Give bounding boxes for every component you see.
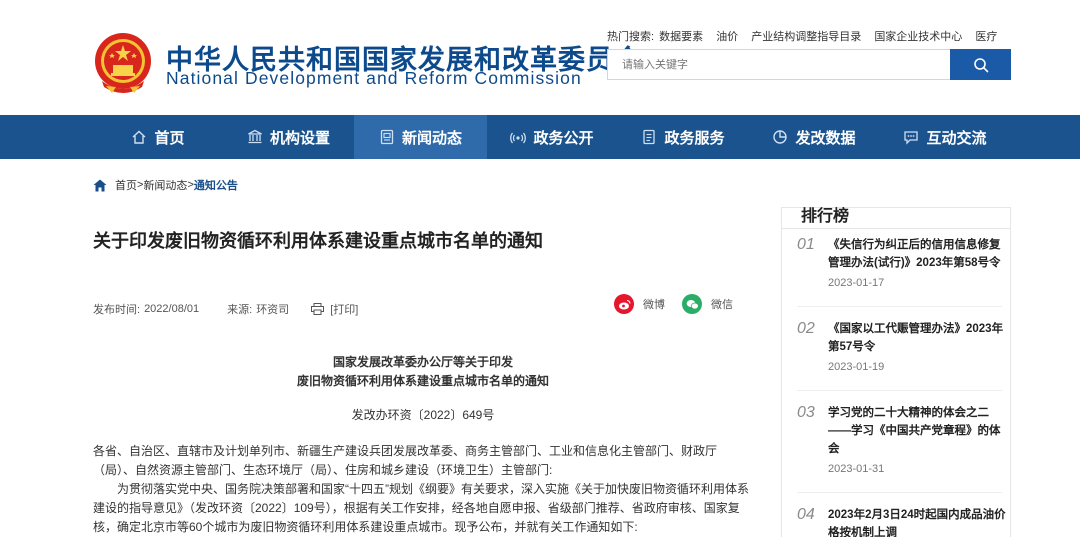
nav-item-label: 发改数据 (795, 129, 856, 147)
breadcrumb-news[interactable]: 新闻动态 (143, 177, 187, 193)
news-icon (380, 129, 394, 145)
print-label: [打印] (330, 304, 359, 316)
ranking-item[interactable]: 02 《国家以工代赈管理办法》2023年 第57号令 2023-01-19 (797, 320, 1007, 390)
ranking-separator (797, 306, 1002, 307)
ranking-title: 排行榜 (801, 208, 850, 225)
search-icon (973, 57, 988, 72)
chat-icon (904, 131, 919, 145)
nav-item-news[interactable]: 新闻动态 (354, 115, 487, 159)
nav-item-interaction[interactable]: 互动交流 (879, 115, 1011, 159)
hot-search-item[interactable]: 油价 (716, 31, 738, 43)
print-button[interactable]: [打印] (311, 301, 358, 317)
share-weibo-label: 微博 (643, 299, 665, 311)
home-icon (133, 130, 146, 144)
wechat-icon (682, 294, 702, 314)
share-weibo[interactable]: 微博 (614, 294, 665, 314)
main-nav: 首页 机构设置 新闻动态 政务公开 政务服务 发改数据 互动交流 (0, 115, 1080, 159)
home-icon[interactable] (93, 179, 107, 192)
article-paragraph-line: 核，确定北京市等60个城市为废旧物资循环利用体系建设重点城市。现予公布，并就有关… (93, 520, 638, 534)
site-header: 中华人民共和国国家发展和改革委员会 National Development a… (0, 0, 1080, 115)
nav-item-label: 互动交流 (926, 129, 987, 147)
ranking-item-title-line: 第57号令 (828, 341, 876, 353)
nav-item-services[interactable]: 政务服务 (617, 115, 749, 159)
publish-date: 2022/08/01 (144, 303, 200, 315)
ranking-item-title[interactable]: 《失信行为纠正后的信用信息修复 管理办法(试行)》2023年第58号令 (828, 236, 1001, 272)
ranking-item-date: 2023-01-19 (828, 361, 885, 373)
ranking-item-title-line: 会 (828, 443, 840, 455)
article-meta: 发布时间: 2022/08/01 来源: 环资司 [打印] (93, 301, 358, 317)
publish-label: 发布时间: (93, 304, 141, 316)
article-paragraph-line: 建设的指导意见》（发改环资〔2022〕109号），根据有关工作安排，经各地自愿申… (93, 501, 740, 515)
printer-icon (311, 303, 325, 315)
hot-search-item[interactable]: 产业结构调整指导目录 (751, 31, 861, 43)
nav-item-label: 首页 (154, 129, 185, 147)
article-paragraph-line: 为贯彻落实党中央、国务院决策部署和国家“十四五”规划《纲要》有关要求，深入实施《… (93, 482, 749, 496)
doc-number: 发改办环资〔2022〕649号 (351, 408, 495, 422)
ranking-item-title-line: 格按机制上调 (828, 527, 897, 537)
source-label: 来源: (227, 304, 253, 316)
weibo-icon (614, 294, 634, 314)
nav-item-label: 政务公开 (533, 129, 594, 147)
doc-heading-line-1: 国家发展改革委办公厅等关于印发 (332, 355, 513, 369)
broadcast-icon (510, 132, 527, 144)
ranking-number: 02 (797, 320, 815, 337)
breadcrumb: 首页 > 新闻动态 > 通知公告 (93, 177, 238, 193)
ranking-number: 01 (797, 236, 815, 253)
ranking-item-title-line: 学习党的二十大精神的体会之二 (828, 407, 989, 419)
hot-search: 热门搜索: 数据要素 油价 产业结构调整指导目录 国家企业技术中心 医疗 (607, 28, 1007, 44)
breadcrumb-current[interactable]: 通知公告 (194, 177, 238, 193)
ranking-item[interactable]: 03 学习党的二十大精神的体会之二 ——学习《中国共产党章程》的体 会 2023… (797, 404, 1007, 482)
nav-item-institution[interactable]: 机构设置 (223, 115, 354, 159)
hot-search-item[interactable]: 医疗 (975, 31, 997, 43)
nav-item-label: 机构设置 (269, 129, 330, 147)
search-box (607, 49, 950, 80)
ranking-item-title-line: 管理办法(试行)》2023年第58号令 (828, 257, 1001, 269)
ranking-item-date: 2023-01-31 (828, 463, 885, 475)
ranking-item-date: 2023-01-17 (828, 277, 885, 289)
ranking-item-title-line: ——学习《中国共产党章程》的体 (828, 425, 1001, 437)
institution-icon (248, 129, 262, 144)
search-button[interactable] (950, 49, 1011, 80)
ranking-item[interactable]: 04 2023年2月3日24时起国内成品油价 格按机制上调 (797, 506, 1007, 537)
hot-search-item[interactable]: 数据要素 (659, 31, 703, 43)
ranking-item-title[interactable]: 2023年2月3日24时起国内成品油价 格按机制上调 (828, 506, 1006, 537)
article-paragraph-line: （局）、自然资源主管部门、生态环境厅（局）、住房和城乡建设（环境卫生）主管部门: (93, 463, 553, 477)
ranking-item-title[interactable]: 《国家以工代赈管理办法》2023年 第57号令 (828, 320, 1004, 356)
nav-item-label: 政务服务 (664, 129, 725, 147)
nav-item-label: 新闻动态 (401, 129, 462, 147)
ranking-number: 03 (797, 404, 815, 421)
pie-chart-icon (773, 130, 788, 144)
ranking-separator (797, 492, 1002, 493)
doc-heading-line-2: 废旧物资循环利用体系建设重点城市名单的通知 (296, 374, 549, 388)
ranking-item-title-line: 《失信行为纠正后的信用信息修复 (828, 239, 1001, 251)
national-emblem-icon[interactable] (92, 31, 154, 95)
ranking-separator (797, 390, 1002, 391)
ranking-number: 04 (797, 506, 815, 523)
ranking-item-title[interactable]: 学习党的二十大精神的体会之二 ——学习《中国共产党章程》的体 会 (828, 404, 1001, 458)
hot-search-item[interactable]: 国家企业技术中心 (874, 31, 962, 43)
source-value: 环资司 (256, 304, 290, 316)
share-wechat[interactable]: 微信 (682, 294, 733, 314)
ranking-item-title-line: 2023年2月3日24时起国内成品油价 (828, 509, 1006, 521)
nav-item-home[interactable]: 首页 (93, 115, 223, 159)
breadcrumb-home[interactable]: 首页 (115, 177, 137, 193)
nav-item-government-affairs[interactable]: 政务公开 (487, 115, 617, 159)
search-input[interactable] (608, 50, 950, 79)
site-name-en[interactable]: National Development and Reform Commissi… (166, 68, 582, 89)
nav-item-data[interactable]: 发改数据 (749, 115, 879, 159)
ranking-item[interactable]: 01 《失信行为纠正后的信用信息修复 管理办法(试行)》2023年第58号令 2… (797, 236, 1007, 306)
article-paragraph-line: 各省、自治区、直辖市及计划单列市、新疆生产建设兵团发展改革委、商务主管部门、工业… (93, 444, 718, 458)
document-icon (643, 129, 656, 145)
ranking-divider (781, 228, 1011, 229)
article-title: 关于印发废旧物资循环利用体系建设重点城市名单的通知 (93, 231, 543, 251)
hot-search-label: 热门搜索: (607, 31, 655, 43)
share-wechat-label: 微信 (711, 299, 733, 311)
ranking-item-title-line: 《国家以工代赈管理办法》2023年 (828, 323, 1004, 335)
